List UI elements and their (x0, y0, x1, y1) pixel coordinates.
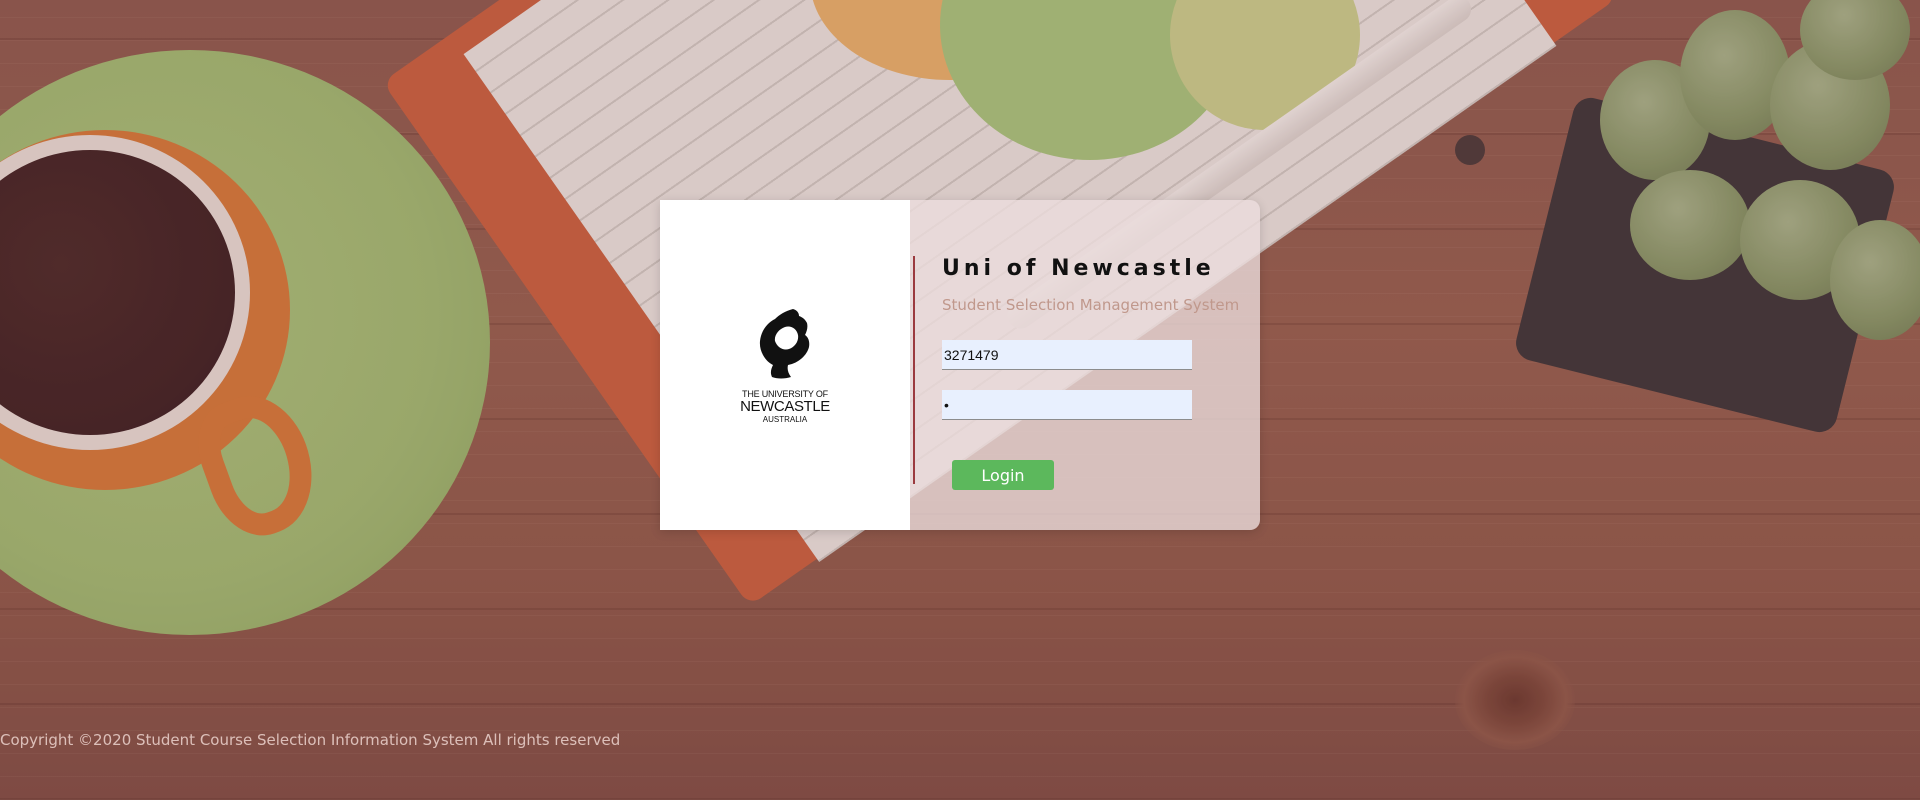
horse-head-emblem-icon (759, 308, 810, 378)
logo-text-line1: THE UNIVERSITY OF (742, 388, 828, 399)
copyright-footer: Copyright ©2020 Student Course Selection… (0, 731, 621, 749)
logo-text-line2: NEWCASTLE (740, 397, 830, 415)
login-form: Uni of Newcastle Student Selection Manag… (910, 200, 1260, 530)
login-button[interactable]: Login (952, 460, 1054, 490)
page-title: Uni of Newcastle (942, 256, 1215, 281)
logo-text-line3: AUSTRALIA (762, 414, 808, 424)
vertical-divider (913, 256, 915, 484)
username-input[interactable] (942, 340, 1192, 370)
login-card: THE UNIVERSITY OF NEWCASTLE AUSTRALIA Un… (660, 200, 1260, 530)
password-input[interactable] (942, 390, 1192, 420)
logo-panel: THE UNIVERSITY OF NEWCASTLE AUSTRALIA (660, 200, 910, 530)
page-subtitle: Student Selection Management System (942, 296, 1240, 314)
